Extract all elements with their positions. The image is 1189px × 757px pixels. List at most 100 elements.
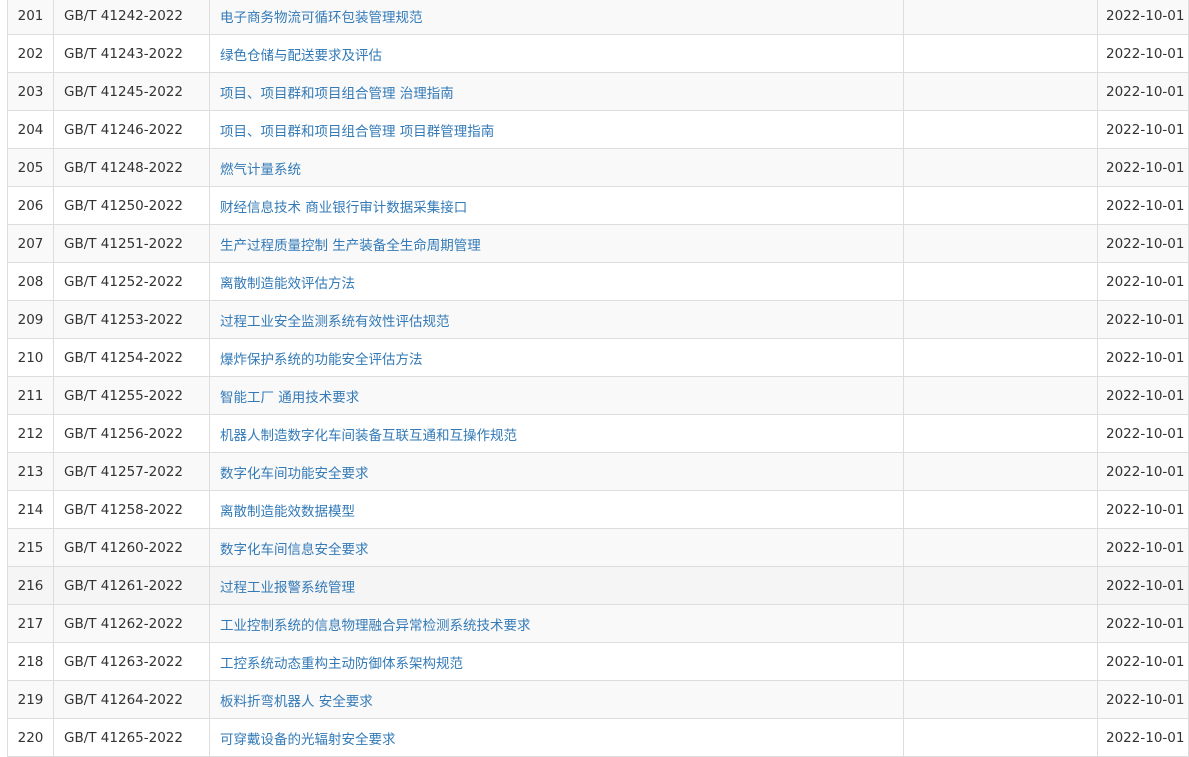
standard-title-link[interactable]: 过程工业安全监测系统有效性评估规范 bbox=[220, 314, 450, 330]
row-number-cell: 214 bbox=[7, 490, 54, 529]
row-number-cell: 208 bbox=[7, 262, 54, 301]
note-cell bbox=[903, 34, 1098, 73]
standard-title-cell: 工业控制系统的信息物理融合异常检测系统技术要求 bbox=[209, 604, 904, 643]
standard-code-cell: GB/T 41252-2022 bbox=[53, 262, 210, 301]
row-number-cell: 219 bbox=[7, 680, 54, 719]
standard-title-cell: 离散制造能效数据模型 bbox=[209, 490, 904, 529]
standard-code-cell: GB/T 41264-2022 bbox=[53, 680, 210, 719]
note-cell bbox=[903, 414, 1098, 453]
standard-code-cell: GB/T 41258-2022 bbox=[53, 490, 210, 529]
table-row: 219 GB/T 41264-2022 板料折弯机器人 安全要求 2022-10-01 bbox=[7, 680, 1189, 719]
standard-title-link[interactable]: 数字化车间信息安全要求 bbox=[220, 542, 369, 558]
table-row: 214 GB/T 41258-2022 离散制造能效数据模型 2022-10-01 bbox=[7, 490, 1189, 529]
note-cell bbox=[903, 490, 1098, 529]
standard-title-cell: 可穿戴设备的光辐射安全要求 bbox=[209, 718, 904, 757]
standard-code-cell: GB/T 41243-2022 bbox=[53, 34, 210, 73]
standard-title-link[interactable]: 爆炸保护系统的功能安全评估方法 bbox=[220, 352, 423, 368]
standard-title-cell: 数字化车间信息安全要求 bbox=[209, 528, 904, 567]
standard-title-cell: 过程工业报警系统管理 bbox=[209, 566, 904, 605]
note-cell bbox=[903, 224, 1098, 263]
effective-date-cell: 2022-10-01 bbox=[1097, 718, 1189, 757]
standard-title-cell: 机器人制造数字化车间装备互联互通和互操作规范 bbox=[209, 414, 904, 453]
row-number-cell: 220 bbox=[7, 718, 54, 757]
effective-date-cell: 2022-10-01 bbox=[1097, 34, 1189, 73]
table-row: 207 GB/T 41251-2022 生产过程质量控制 生产装备全生命周期管理 20… bbox=[7, 224, 1189, 263]
effective-date-cell: 2022-10-01 bbox=[1097, 186, 1189, 225]
table-row: 202 GB/T 41243-2022 绿色仓储与配送要求及评估 2022-10-01 bbox=[7, 34, 1189, 73]
row-number-cell: 209 bbox=[7, 300, 54, 339]
effective-date-cell: 2022-10-01 bbox=[1097, 680, 1189, 719]
note-cell bbox=[903, 642, 1098, 681]
standard-title-cell: 板料折弯机器人 安全要求 bbox=[209, 680, 904, 719]
note-cell bbox=[903, 148, 1098, 187]
standard-title-link[interactable]: 电子商务物流可循环包装管理规范 bbox=[220, 10, 423, 26]
standard-title-link[interactable]: 绿色仓储与配送要求及评估 bbox=[220, 48, 382, 64]
row-number-cell: 212 bbox=[7, 414, 54, 453]
effective-date-cell: 2022-10-01 bbox=[1097, 566, 1189, 605]
standard-title-link[interactable]: 离散制造能效评估方法 bbox=[220, 276, 355, 292]
effective-date-cell: 2022-10-01 bbox=[1097, 528, 1189, 567]
effective-date-cell: 2022-10-01 bbox=[1097, 452, 1189, 491]
standard-title-link[interactable]: 数字化车间功能安全要求 bbox=[220, 466, 369, 482]
standard-title-cell: 离散制造能效评估方法 bbox=[209, 262, 904, 301]
table-row: 208 GB/T 41252-2022 离散制造能效评估方法 2022-10-01 bbox=[7, 262, 1189, 301]
standard-code-cell: GB/T 41253-2022 bbox=[53, 300, 210, 339]
standard-title-link[interactable]: 项目、项目群和项目组合管理 项目群管理指南 bbox=[220, 124, 494, 140]
row-number-cell: 206 bbox=[7, 186, 54, 225]
effective-date-cell: 2022-10-01 bbox=[1097, 0, 1189, 35]
effective-date-cell: 2022-10-01 bbox=[1097, 110, 1189, 149]
standard-title-link[interactable]: 板料折弯机器人 安全要求 bbox=[220, 694, 373, 710]
effective-date-cell: 2022-10-01 bbox=[1097, 604, 1189, 643]
row-number-cell: 215 bbox=[7, 528, 54, 567]
standard-code-cell: GB/T 41262-2022 bbox=[53, 604, 210, 643]
standard-title-cell: 爆炸保护系统的功能安全评估方法 bbox=[209, 338, 904, 377]
table-row: 215 GB/T 41260-2022 数字化车间信息安全要求 2022-10-01 bbox=[7, 528, 1189, 567]
standard-code-cell: GB/T 41250-2022 bbox=[53, 186, 210, 225]
standard-title-link[interactable]: 工业控制系统的信息物理融合异常检测系统技术要求 bbox=[220, 618, 531, 634]
standard-title-cell: 财经信息技术 商业银行审计数据采集接口 bbox=[209, 186, 904, 225]
standard-code-cell: GB/T 41251-2022 bbox=[53, 224, 210, 263]
table-body: 201 GB/T 41242-2022 电子商务物流可循环包装管理规范 2022-10… bbox=[7, 0, 1189, 757]
table-row: 206 GB/T 41250-2022 财经信息技术 商业银行审计数据采集接口 202… bbox=[7, 186, 1189, 225]
standard-title-link[interactable]: 生产过程质量控制 生产装备全生命周期管理 bbox=[220, 238, 481, 254]
note-cell bbox=[903, 452, 1098, 491]
standard-title-cell: 绿色仓储与配送要求及评估 bbox=[209, 34, 904, 73]
standard-title-link[interactable]: 离散制造能效数据模型 bbox=[220, 504, 355, 520]
note-cell bbox=[903, 262, 1098, 301]
standard-code-cell: GB/T 41245-2022 bbox=[53, 72, 210, 111]
standard-title-cell: 项目、项目群和项目组合管理 治理指南 bbox=[209, 72, 904, 111]
standard-title-link[interactable]: 智能工厂 通用技术要求 bbox=[220, 390, 359, 406]
standard-title-link[interactable]: 燃气计量系统 bbox=[220, 162, 301, 178]
effective-date-cell: 2022-10-01 bbox=[1097, 148, 1189, 187]
standard-title-link[interactable]: 财经信息技术 商业银行审计数据采集接口 bbox=[220, 200, 467, 216]
table-row: 220 GB/T 41265-2022 可穿戴设备的光辐射安全要求 2022-10-0… bbox=[7, 718, 1189, 757]
row-number-cell: 204 bbox=[7, 110, 54, 149]
standard-title-cell: 生产过程质量控制 生产装备全生命周期管理 bbox=[209, 224, 904, 263]
standard-code-cell: GB/T 41263-2022 bbox=[53, 642, 210, 681]
effective-date-cell: 2022-10-01 bbox=[1097, 72, 1189, 111]
table-row: 204 GB/T 41246-2022 项目、项目群和项目组合管理 项目群管理指南 2… bbox=[7, 110, 1189, 149]
standard-title-link[interactable]: 工控系统动态重构主动防御体系架构规范 bbox=[220, 656, 463, 672]
note-cell bbox=[903, 376, 1098, 415]
table-row: 217 GB/T 41262-2022 工业控制系统的信息物理融合异常检测系统技术要… bbox=[7, 604, 1189, 643]
standard-code-cell: GB/T 41242-2022 bbox=[53, 0, 210, 35]
table-row: 203 GB/T 41245-2022 项目、项目群和项目组合管理 治理指南 2022… bbox=[7, 72, 1189, 111]
standard-title-link[interactable]: 机器人制造数字化车间装备互联互通和互操作规范 bbox=[220, 428, 517, 444]
row-number-cell: 217 bbox=[7, 604, 54, 643]
note-cell bbox=[903, 528, 1098, 567]
effective-date-cell: 2022-10-01 bbox=[1097, 300, 1189, 339]
standards-table-container: 201 GB/T 41242-2022 电子商务物流可循环包装管理规范 2022-10… bbox=[7, 0, 1189, 757]
note-cell bbox=[903, 300, 1098, 339]
effective-date-cell: 2022-10-01 bbox=[1097, 338, 1189, 377]
note-cell bbox=[903, 680, 1098, 719]
standard-title-link[interactable]: 过程工业报警系统管理 bbox=[220, 580, 355, 596]
standard-code-cell: GB/T 41246-2022 bbox=[53, 110, 210, 149]
standard-title-link[interactable]: 可穿戴设备的光辐射安全要求 bbox=[220, 732, 396, 748]
row-number-cell: 211 bbox=[7, 376, 54, 415]
effective-date-cell: 2022-10-01 bbox=[1097, 376, 1189, 415]
standard-title-link[interactable]: 项目、项目群和项目组合管理 治理指南 bbox=[220, 86, 454, 102]
effective-date-cell: 2022-10-01 bbox=[1097, 490, 1189, 529]
row-number-cell: 202 bbox=[7, 34, 54, 73]
table-row: 218 GB/T 41263-2022 工控系统动态重构主动防御体系架构规范 2022… bbox=[7, 642, 1189, 681]
standard-title-cell: 工控系统动态重构主动防御体系架构规范 bbox=[209, 642, 904, 681]
